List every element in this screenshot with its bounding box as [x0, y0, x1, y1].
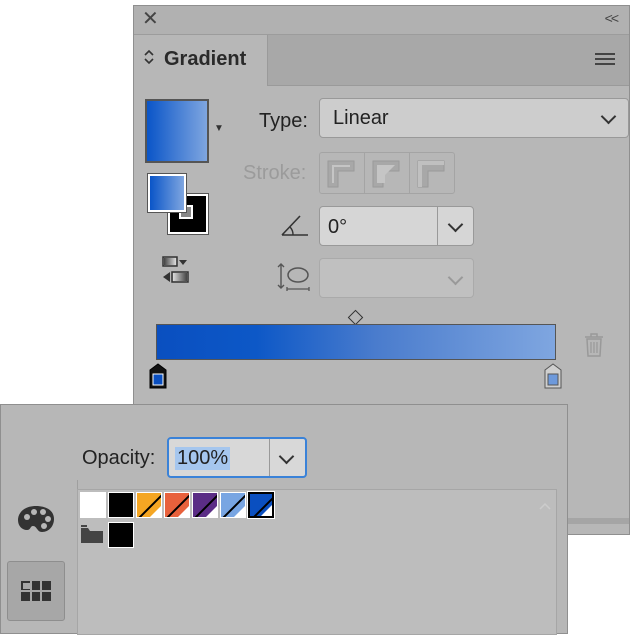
color-swatch[interactable] — [192, 492, 218, 518]
stroke-label: Stroke: — [243, 162, 307, 184]
reverse-gradient-icon[interactable] — [158, 255, 192, 290]
color-swatch[interactable] — [136, 492, 162, 518]
gradient-stop-end[interactable] — [544, 363, 562, 389]
divider — [269, 439, 270, 476]
opacity-value[interactable]: 100% — [175, 447, 231, 470]
color-swatch[interactable] — [80, 492, 106, 518]
scroll-up-icon[interactable] — [538, 498, 552, 516]
swatches-panel: Opacity: 100% — [0, 404, 568, 635]
collapse-icon[interactable]: << — [605, 10, 619, 26]
type-value: Linear — [333, 107, 389, 129]
color-swatch[interactable] — [247, 491, 275, 519]
group-color-swatch[interactable] — [108, 522, 134, 548]
tab-collapse-arrows-icon[interactable] — [144, 49, 154, 65]
fill-indicator[interactable] — [147, 173, 187, 213]
opacity-label: Opacity: — [82, 447, 156, 469]
aspect-ratio-input[interactable] — [319, 258, 474, 298]
panel-titlebar[interactable]: ✕ << — [134, 6, 629, 35]
color-swatch[interactable] — [108, 492, 134, 518]
delete-stop-icon[interactable] — [583, 332, 605, 363]
aspect-ratio-icon — [277, 262, 311, 297]
swatches-area — [77, 489, 557, 635]
stroke-across-button[interactable] — [410, 153, 454, 193]
angle-icon — [280, 212, 310, 243]
tab-gradient[interactable]: Gradient — [134, 35, 268, 86]
angle-value[interactable]: 0° — [328, 216, 347, 239]
gradient-slider[interactable] — [156, 324, 556, 360]
close-icon[interactable]: ✕ — [142, 9, 159, 29]
panel-menu-icon[interactable] — [595, 53, 615, 68]
chevron-down-icon[interactable] — [447, 216, 464, 233]
opacity-input[interactable]: 100% — [167, 437, 307, 478]
swatch-grid-view-icon — [20, 580, 52, 607]
stroke-along-button[interactable] — [365, 153, 410, 193]
color-swatch[interactable] — [164, 492, 190, 518]
swatches-view-button[interactable] — [7, 561, 65, 621]
folder-icon — [80, 524, 104, 549]
type-label: Type: — [259, 110, 308, 132]
gradient-stop-start[interactable] — [149, 363, 167, 389]
stroke-within-button[interactable] — [320, 153, 365, 193]
tab-bar: Gradient — [134, 35, 629, 86]
chevron-down-icon — [600, 108, 617, 125]
chevron-down-icon — [447, 269, 464, 286]
palette-icon[interactable] — [16, 503, 56, 540]
type-select[interactable]: Linear — [319, 98, 629, 138]
angle-input[interactable]: 0° — [319, 206, 474, 246]
stroke-options — [319, 152, 455, 194]
swatch-dropdown-icon[interactable]: ▼ — [214, 123, 224, 134]
color-swatch[interactable] — [220, 492, 246, 518]
chevron-down-icon[interactable] — [278, 448, 295, 465]
gradient-fill-swatch[interactable] — [145, 99, 209, 163]
divider — [437, 207, 438, 245]
gradient-midpoint[interactable] — [347, 309, 364, 326]
tab-label: Gradient — [164, 48, 247, 70]
